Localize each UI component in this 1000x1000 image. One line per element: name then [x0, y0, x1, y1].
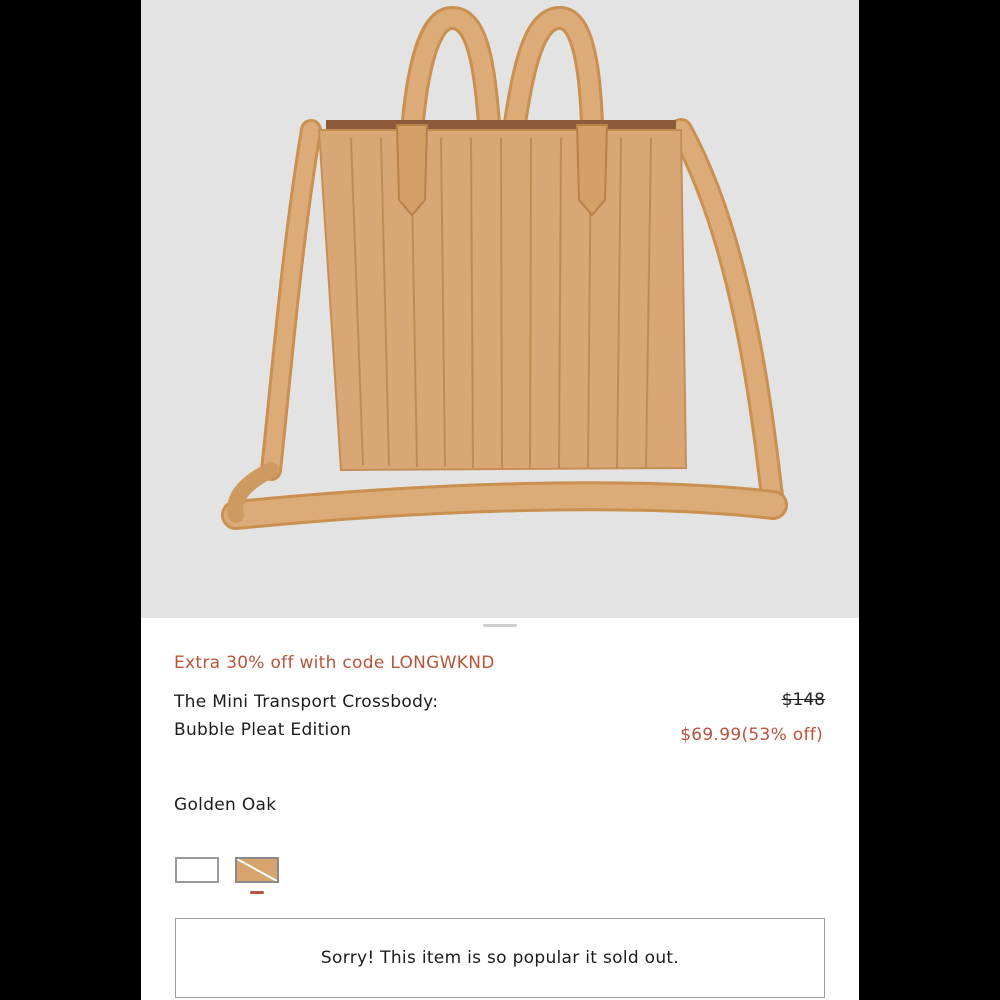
bag-illustration: [221, 6, 788, 530]
original-price: $148: [781, 690, 825, 710]
selected-color-label: Golden Oak: [174, 795, 277, 815]
promo-text: Extra 30% off with code LONGWKND: [174, 653, 495, 673]
product-name-line2: Bubble Pleat Edition: [174, 720, 352, 740]
sold-out-message: Sorry! This item is so popular it sold o…: [175, 918, 825, 998]
selected-swatch-indicator: [250, 891, 264, 894]
product-image[interactable]: [141, 0, 859, 618]
unavailable-slash-icon: [237, 859, 277, 881]
sale-price: $69.99(53% off): [680, 725, 823, 745]
scroll-handle[interactable]: [483, 624, 517, 627]
product-name: The Mini Transport Crossbody: Bubble Ple…: [174, 688, 534, 744]
product-name-line1: The Mini Transport Crossbody:: [174, 692, 439, 712]
color-swatch-white[interactable]: [175, 857, 219, 883]
product-screen: Extra 30% off with code LONGWKND The Min…: [141, 0, 859, 1000]
color-swatch-golden-oak[interactable]: [235, 857, 279, 883]
sold-out-text: Sorry! This item is so popular it sold o…: [320, 948, 680, 968]
